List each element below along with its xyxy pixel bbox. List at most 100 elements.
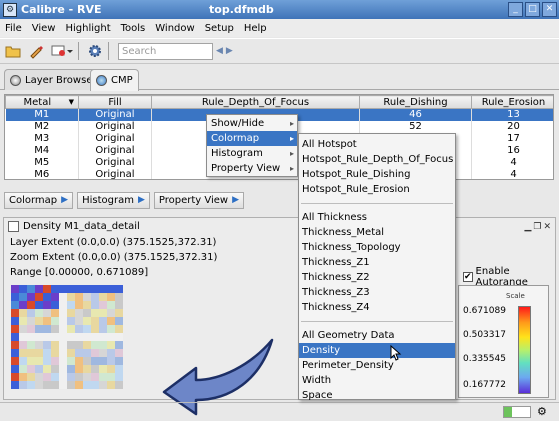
heatmap-cell — [107, 365, 115, 373]
heatmap-cell — [43, 341, 51, 349]
submenu-arrow-icon: ▸ — [289, 119, 294, 128]
submenu-item[interactable]: Thickness_Metal — [299, 225, 455, 240]
panel-minimize-icon[interactable]: ▁ — [524, 222, 531, 232]
heatmap-cell — [59, 373, 67, 381]
heatmap-cell — [59, 293, 67, 301]
menu-item-histogram[interactable]: Histogram ▸ — [207, 146, 297, 161]
column-header-rule-depth-of-focus[interactable]: Rule_Depth_Of_Focus — [151, 95, 360, 109]
cell-metal: M6 — [5, 168, 79, 179]
heatmap-cell — [91, 373, 99, 381]
tab-cmp[interactable]: CMP — [90, 69, 139, 91]
maximize-icon[interactable]: □ — [525, 2, 540, 17]
heatmap-cell — [75, 317, 83, 325]
density-heatmap[interactable] — [11, 285, 123, 389]
column-header-fill[interactable]: Fill — [78, 95, 152, 109]
tab-layer-browser[interactable]: Layer Browser — [4, 69, 103, 90]
cell-fill: Original — [78, 132, 152, 145]
toolbar-separator — [108, 42, 109, 60]
column-header-rule-dishing[interactable]: Rule_Dishing — [359, 95, 472, 109]
open-folder-icon[interactable] — [3, 41, 23, 61]
heatmap-cell — [35, 381, 43, 389]
submenu-item[interactable]: All Thickness — [299, 210, 455, 225]
column-context-menu: Show/Hide ▸ Colormap ▸ Histogram ▸ Property… — [206, 114, 298, 177]
heatmap-cell — [107, 317, 115, 325]
heatmap-cell — [35, 333, 43, 341]
submenu-item[interactable]: Thickness_Z4 — [299, 300, 455, 315]
clear-highlights-icon[interactable] — [49, 41, 75, 61]
submenu-item[interactable]: Space — [299, 388, 455, 403]
column-header-rule-erosion[interactable]: Rule_Erosion — [471, 95, 553, 109]
heatmap-cell — [59, 341, 67, 349]
search-input[interactable]: Search — [118, 42, 213, 60]
minimize-icon[interactable]: _ — [508, 2, 523, 17]
heatmap-cell — [91, 285, 99, 293]
menu-help[interactable]: Help — [239, 23, 272, 34]
status-bar: ⚙ — [0, 402, 559, 421]
checkbox-checked-icon[interactable]: ✔ — [463, 272, 473, 282]
heatmap-cell — [67, 301, 75, 309]
settings-gear-icon[interactable] — [85, 41, 105, 61]
cell-fill: Original — [78, 120, 152, 133]
heatmap-cell — [27, 365, 35, 373]
menu-item-colormap[interactable]: Colormap ▸ — [207, 131, 297, 146]
heatmap-cell — [59, 285, 67, 293]
colormap-button[interactable]: Colormap ▶ — [4, 191, 74, 209]
heatmap-cell — [11, 381, 19, 389]
heatmap-cell — [43, 325, 51, 333]
heatmap-cell — [91, 349, 99, 357]
search-previous-icon[interactable]: ◀ — [216, 46, 223, 56]
heatmap-cell — [99, 341, 107, 349]
heatmap-cell — [35, 341, 43, 349]
menu-tools[interactable]: Tools — [116, 23, 151, 34]
heatmap-cell — [59, 381, 67, 389]
menu-highlight[interactable]: Highlight — [60, 23, 115, 34]
heatmap-cell — [43, 381, 51, 389]
submenu-item[interactable]: Width — [299, 373, 455, 388]
heatmap-cell — [59, 325, 67, 333]
density-range: Range [0.00000, 0.671089] — [10, 267, 149, 278]
submenu-item[interactable]: Thickness_Z2 — [299, 270, 455, 285]
histogram-button[interactable]: Histogram ▶ — [77, 191, 150, 209]
submenu-item[interactable]: Thickness_Z3 — [299, 285, 455, 300]
submenu-item[interactable]: Hotspot_Rule_Depth_Of_Focus — [299, 152, 455, 167]
panel-float-icon[interactable]: ❐ — [533, 222, 541, 232]
property-view-button[interactable]: Property View ▶ — [153, 191, 245, 209]
heatmap-cell — [99, 381, 107, 389]
menu-item-label: Show/Hide — [211, 118, 265, 129]
column-header-metal[interactable]: Metal ▼ — [5, 95, 79, 109]
submenu-item[interactable]: Thickness_Topology — [299, 240, 455, 255]
heatmap-cell — [75, 333, 83, 341]
heatmap-cell — [43, 365, 51, 373]
heatmap-cell — [99, 317, 107, 325]
heatmap-cell — [59, 317, 67, 325]
submenu-item[interactable]: Hotspot_Rule_Dishing — [299, 167, 455, 182]
highlight-brush-icon[interactable] — [26, 41, 46, 61]
menu-window[interactable]: Window — [150, 23, 199, 34]
menu-setup[interactable]: Setup — [200, 23, 239, 34]
heatmap-cell — [107, 325, 115, 333]
status-settings-icon[interactable]: ⚙ — [537, 405, 547, 418]
panel-close-icon[interactable]: ✕ — [543, 222, 551, 232]
layer-browser-icon — [10, 74, 21, 86]
heatmap-cell — [75, 373, 83, 381]
menu-item-show-hide[interactable]: Show/Hide ▸ — [207, 116, 297, 131]
heatmap-cell — [91, 357, 99, 365]
menu-view[interactable]: View — [27, 23, 61, 34]
submenu-item[interactable]: Hotspot_Rule_Erosion — [299, 182, 455, 197]
menu-file[interactable]: File — [0, 23, 27, 34]
heatmap-cell — [27, 341, 35, 349]
submenu-item[interactable]: All Hotspot — [299, 137, 455, 152]
heatmap-cell — [107, 301, 115, 309]
submenu-item-density[interactable]: Density — [299, 343, 455, 358]
close-icon[interactable]: ✕ — [542, 2, 557, 17]
scale-title: Scale — [506, 292, 525, 300]
submenu-item[interactable]: All Geometry Data — [299, 328, 455, 343]
menu-item-property-view[interactable]: Property View ▸ — [207, 161, 297, 176]
cell-dishing: 52 — [359, 120, 472, 133]
mouse-pointer-icon — [390, 345, 402, 361]
heatmap-cell — [75, 381, 83, 389]
submenu-item[interactable]: Perimeter_Density — [299, 358, 455, 373]
heatmap-cell — [51, 357, 59, 365]
search-next-icon[interactable]: ▶ — [226, 46, 233, 56]
submenu-item[interactable]: Thickness_Z1 — [299, 255, 455, 270]
